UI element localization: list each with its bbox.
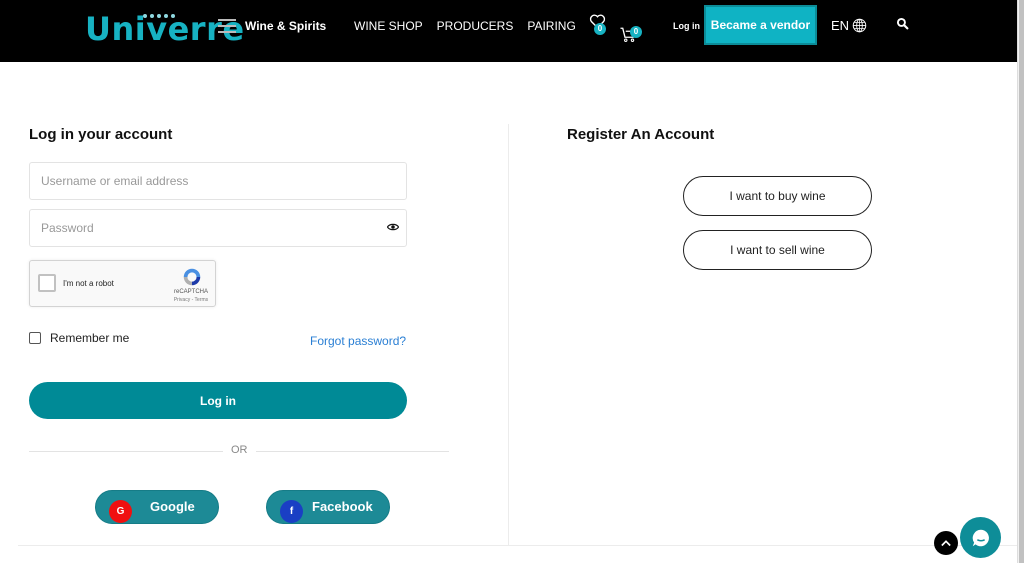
recaptcha-label: I'm not a robot	[63, 279, 114, 288]
register-buyer-button[interactable]: I want to buy wine	[683, 176, 872, 216]
page: Univerre Wine & Spirits WINE SHOP PRODUC…	[0, 0, 1017, 563]
recaptcha-checkbox[interactable]	[38, 274, 56, 292]
wishlist-count-badge: 0	[594, 23, 606, 35]
facebook-login-button[interactable]: f Facebook	[266, 490, 390, 524]
chevron-up-icon	[941, 540, 951, 547]
facebook-icon: f	[280, 500, 303, 523]
logo-dots	[143, 14, 175, 18]
globe-icon	[852, 18, 867, 33]
nav-wine-shop[interactable]: WINE SHOP	[354, 19, 423, 33]
search-icon[interactable]	[896, 17, 909, 35]
nav-producers[interactable]: PRODUCERS	[437, 19, 514, 33]
wishlist-button[interactable]: 0	[589, 14, 611, 36]
language-selector[interactable]: EN	[831, 18, 867, 33]
forgot-password-link[interactable]: Forgot password?	[310, 334, 406, 348]
google-label: Google	[150, 499, 195, 514]
or-divider-right	[256, 451, 449, 452]
recaptcha-widget: I'm not a robot reCAPTCHA Privacy - Term…	[29, 260, 216, 307]
facebook-label: Facebook	[312, 499, 373, 514]
scrollbar-thumb[interactable]	[1019, 0, 1024, 563]
username-input[interactable]	[30, 163, 406, 199]
show-password-icon[interactable]	[387, 222, 399, 232]
page-scrollbar[interactable]	[1017, 0, 1024, 563]
or-label: OR	[231, 444, 248, 456]
chat-bubble-icon	[972, 529, 989, 546]
nav-pairing[interactable]: PAIRING	[527, 19, 575, 33]
register-title: Register An Account	[567, 126, 715, 143]
or-divider-left	[29, 451, 223, 452]
remember-me-label: Remember me	[50, 331, 130, 345]
menu-icon[interactable]	[218, 19, 236, 33]
register-seller-button[interactable]: I want to sell wine	[683, 230, 872, 270]
language-code: EN	[831, 18, 850, 33]
remember-me-box[interactable]	[29, 332, 41, 344]
username-field	[29, 162, 407, 200]
cart-button[interactable]: 0	[619, 26, 645, 48]
site-header: Univerre Wine & Spirits WINE SHOP PRODUC…	[0, 0, 1017, 62]
password-field	[29, 209, 407, 247]
cart-count-badge: 0	[630, 26, 642, 38]
password-input[interactable]	[30, 210, 406, 246]
login-submit-button[interactable]: Log in	[29, 382, 407, 419]
google-login-button[interactable]: G Google	[95, 490, 219, 524]
category-menu-label[interactable]: Wine & Spirits	[245, 19, 326, 33]
recaptcha-terms-link[interactable]: Privacy - Terms	[169, 297, 213, 303]
recaptcha-logo-icon	[183, 268, 201, 286]
scroll-to-top-button[interactable]	[934, 531, 958, 555]
main-nav: WINE SHOP PRODUCERS PAIRING	[354, 19, 576, 33]
google-icon: G	[109, 500, 132, 523]
footer-divider	[18, 545, 1017, 546]
remember-me-checkbox[interactable]: Remember me	[29, 331, 129, 345]
recaptcha-brand: reCAPTCHA	[173, 289, 208, 295]
header-login-link[interactable]: Log in	[673, 21, 700, 31]
login-title: Log in your account	[29, 126, 173, 143]
become-vendor-button[interactable]: Became a vendor	[704, 5, 817, 45]
chat-button[interactable]	[960, 517, 1001, 558]
column-divider	[508, 124, 509, 545]
